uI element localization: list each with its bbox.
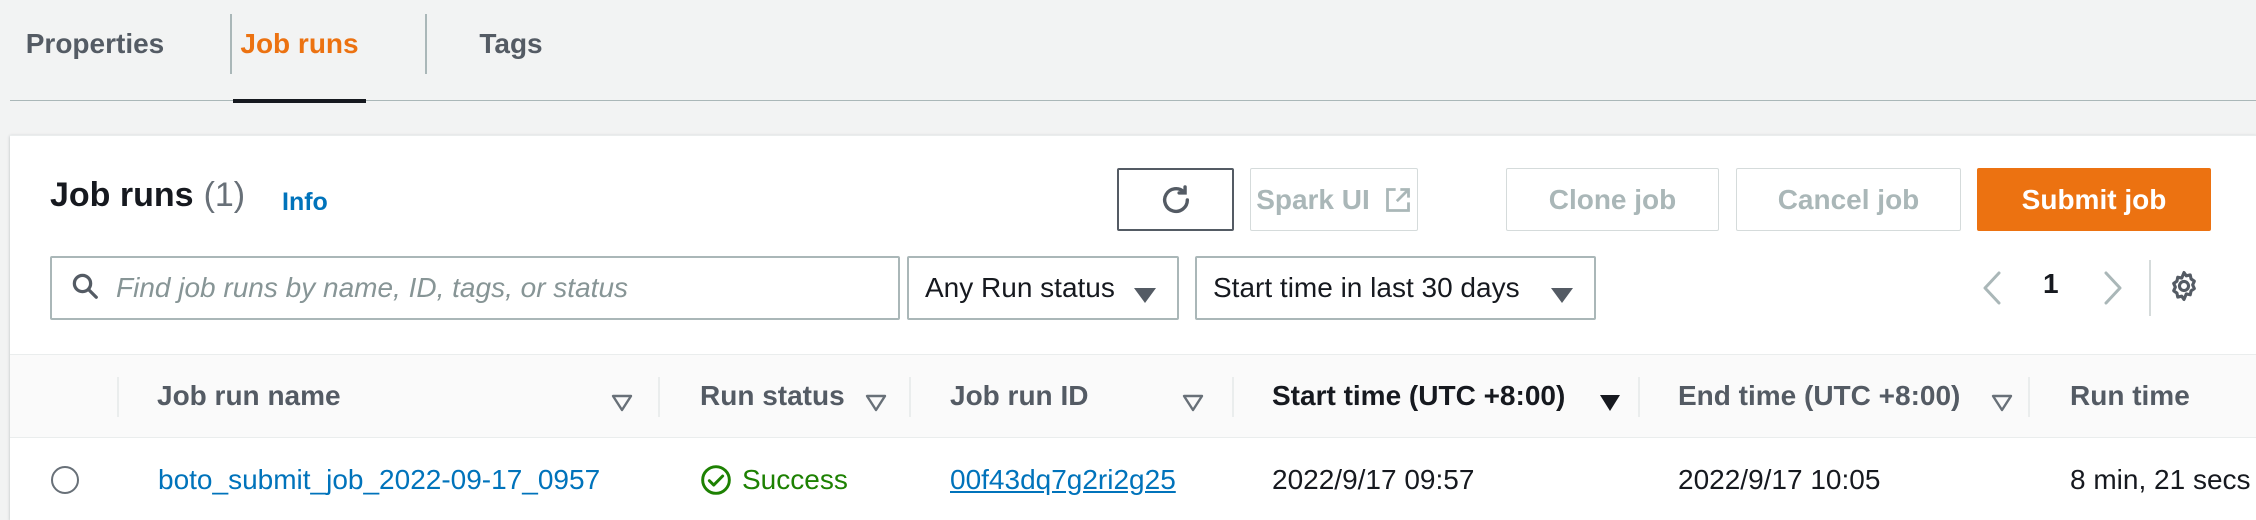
refresh-button[interactable] (1117, 168, 1234, 231)
tab-label: Properties (25, 27, 165, 59)
tab-properties[interactable]: Properties (26, 0, 165, 101)
sort-icon (1991, 387, 2013, 419)
end-time-cell: 2022/9/17 10:05 (1678, 463, 1881, 495)
column-header-end-time[interactable]: End time (UTC +8:00) (1678, 355, 2023, 437)
run-status-label: Success (742, 463, 848, 495)
run-status-filter[interactable]: Any Run status (907, 256, 1179, 320)
job-run-id-link[interactable]: 00f43dq7g2ri2g25 (950, 438, 1176, 520)
caret-down-icon (1133, 280, 1157, 312)
sort-icon (611, 387, 633, 419)
column-header-label: Run status (700, 380, 845, 411)
table-row[interactable]: boto_submit_job_2022-09-17_0957 Success … (10, 438, 2256, 520)
column-divider (658, 377, 660, 417)
column-header-run-time[interactable]: Run time (2070, 355, 2256, 437)
column-header-job-run-name[interactable]: Job run name (157, 355, 643, 437)
run-status-filter-value: Any Run status (925, 272, 1115, 303)
chevron-left-icon[interactable] (1982, 271, 2002, 310)
column-header-label: Start time (UTC +8:00) (1272, 380, 1566, 411)
start-time-filter-value: Start time in last 30 days (1213, 272, 1520, 303)
tab-label: Job runs (240, 27, 359, 59)
submit-job-button[interactable]: Submit job (1977, 168, 2211, 231)
column-divider (909, 377, 911, 417)
tab-job-runs[interactable]: Job runs (233, 0, 366, 103)
chevron-right-icon[interactable] (2103, 271, 2123, 310)
job-runs-panel: Job runs (1) Info Spark UI Clone job Can… (10, 135, 2256, 520)
search-field[interactable] (50, 256, 900, 320)
table-header: Job run name Run status Job run ID Start… (10, 354, 2256, 438)
success-check-icon (701, 464, 731, 495)
tab-label: Tags (479, 27, 543, 59)
run-time-cell: 8 min, 21 secs (2070, 463, 2251, 495)
spark-ui-label: Spark UI (1256, 183, 1370, 215)
column-header-label: Job run ID (950, 380, 1089, 411)
start-time-cell: 2022/9/17 09:57 (1272, 463, 1475, 495)
column-header-job-run-id[interactable]: Job run ID (950, 355, 1215, 437)
tab-divider (230, 14, 232, 74)
column-header-run-status[interactable]: Run status (700, 355, 896, 437)
job-run-name-link[interactable]: boto_submit_job_2022-09-17_0957 (158, 438, 600, 520)
start-time-filter[interactable]: Start time in last 30 days (1195, 256, 1596, 320)
tab-divider (425, 14, 427, 74)
sort-icon (1182, 387, 1204, 419)
cancel-job-button[interactable]: Cancel job (1736, 168, 1961, 231)
search-icon (70, 271, 100, 306)
column-divider (2028, 377, 2030, 417)
panel-title: Job runs (1) (50, 176, 245, 215)
tab-bar: Properties Job runs Tags (10, 0, 2256, 103)
column-divider (1232, 377, 1234, 417)
sort-descending-icon (1599, 387, 1621, 419)
column-header-label: Run time (2070, 380, 2190, 411)
sort-icon (865, 387, 887, 419)
run-status-cell: Success (700, 438, 848, 520)
column-header-start-time[interactable]: Start time (UTC +8:00) (1272, 355, 1630, 437)
caret-down-icon (1550, 280, 1574, 312)
column-divider (1638, 377, 1640, 417)
panel-title-text: Job runs (50, 176, 194, 214)
column-divider (117, 377, 119, 417)
spark-ui-button[interactable]: Spark UI (1250, 168, 1418, 231)
row-select-radio[interactable] (51, 466, 79, 494)
external-link-icon (1384, 186, 1412, 214)
clone-job-button[interactable]: Clone job (1506, 168, 1719, 231)
search-input[interactable] (116, 258, 898, 318)
pagination-divider (2149, 260, 2151, 316)
tab-tags[interactable]: Tags (467, 0, 555, 101)
info-link[interactable]: Info (282, 188, 328, 217)
job-runs-count: (1) (203, 176, 246, 214)
refresh-icon (1159, 183, 1193, 217)
current-page-number[interactable]: 1 (2043, 268, 2059, 300)
column-header-label: Job run name (157, 380, 341, 411)
column-header-label: End time (UTC +8:00) (1678, 380, 1961, 411)
gear-icon[interactable] (2167, 269, 2201, 308)
